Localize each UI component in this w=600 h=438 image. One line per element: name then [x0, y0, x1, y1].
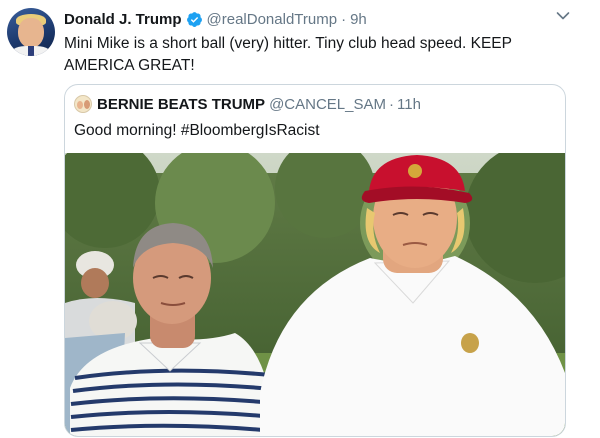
avatar-tie: [28, 46, 34, 56]
avatar-face-right: [84, 100, 90, 109]
quoted-author-handle: @CANCEL_SAM: [269, 95, 386, 113]
quoted-tweet-card[interactable]: BERNIE BEATS TRUMP @CANCEL_SAM · 11h Goo…: [64, 84, 566, 437]
quoted-tweet-text: Good morning! #BloombergIsRacist: [74, 122, 320, 139]
tweet-header: Donald J. Trump @realDonaldTrump · 9h: [64, 9, 367, 29]
author-avatar[interactable]: [7, 8, 55, 56]
separator-dot: ·: [389, 95, 394, 113]
avatar-face: [18, 18, 44, 48]
separator-dot: ·: [341, 10, 347, 28]
avatar-face-left: [77, 101, 83, 109]
tweet-text: Mini Mike is a short ball (very) hitter.…: [64, 35, 512, 74]
quoted-author-avatar: [74, 95, 92, 113]
author-handle[interactable]: @realDonaldTrump: [207, 11, 338, 28]
golf-course-photo: [65, 153, 565, 436]
quoted-tweet-timestamp: 11h: [397, 95, 421, 113]
author-name[interactable]: Donald J. Trump: [64, 11, 182, 28]
quoted-tweet-photo[interactable]: [65, 153, 565, 436]
chevron-down-icon[interactable]: [556, 11, 570, 21]
tweet-timestamp[interactable]: 9h: [350, 11, 367, 28]
quoted-author-name: BERNIE BEATS TRUMP: [97, 95, 266, 113]
verified-badge-icon: [186, 11, 202, 27]
quoted-tweet-header: BERNIE BEATS TRUMP @CANCEL_SAM · 11h: [74, 94, 421, 114]
